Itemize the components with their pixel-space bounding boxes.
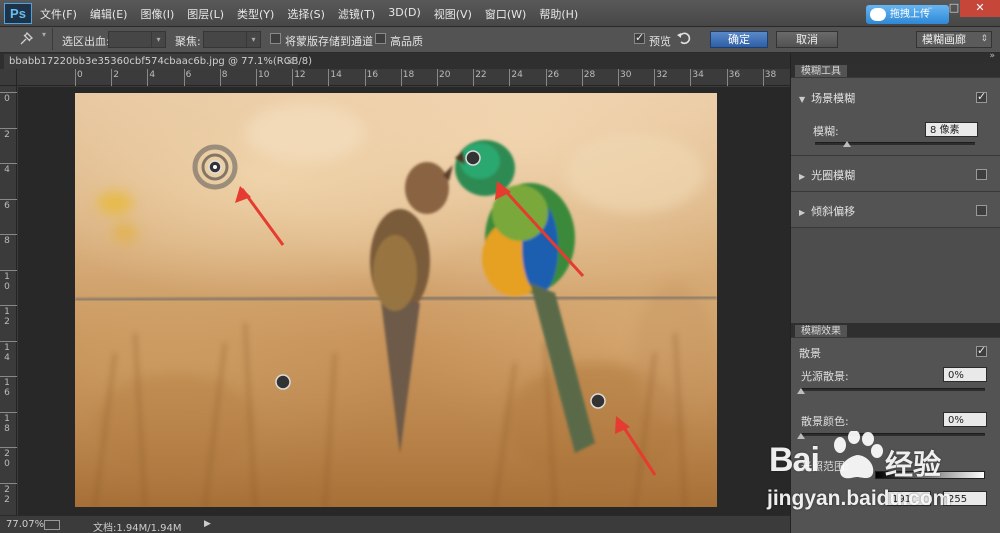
close-tab-icon[interactable]: × [286, 54, 294, 69]
tab-blur-tools[interactable]: 模糊工具 [794, 64, 848, 78]
iris-blur-header[interactable]: ▶ 光圈模糊 [799, 167, 855, 183]
minimize-button[interactable]: – [918, 0, 942, 17]
tilt-shift-checkbox[interactable] [976, 205, 987, 216]
tool-preset-chevron-icon[interactable]: ▾ [42, 30, 46, 39]
zoom-level[interactable]: 77.07% [6, 519, 44, 530]
blur-amount-input[interactable]: 8 像素 [925, 122, 978, 137]
tilt-shift-title: 倾斜偏移 [811, 205, 856, 218]
tilt-shift-header[interactable]: ▶ 倾斜偏移 [799, 203, 855, 219]
pin-icon[interactable] [18, 31, 36, 50]
preview-checkbox[interactable] [634, 31, 645, 44]
divider [52, 28, 53, 50]
document-profile-icon[interactable] [44, 520, 60, 530]
photoshop-logo: Ps [4, 3, 32, 24]
selection-bleed-input[interactable]: ▾ [108, 31, 166, 48]
document-tab[interactable]: bbabb17220bb3e35360cbf574cbaac6b.jpg @ 7… [4, 54, 312, 69]
main-menu: 文件(F) 编辑(E) 图像(I) 图层(L) 类型(Y) 选择(S) 滤镜(T) 3D(D)… [40, 6, 591, 22]
menu-bar: Ps 文件(F) 编辑(E) 图像(I) 图层(L) 类型(Y) 选择(S) 滤镜(T) 3D… [0, 0, 1000, 27]
menu-item-1[interactable]: 编辑(E) [90, 6, 128, 22]
menu-item-4[interactable]: 类型(Y) [237, 6, 274, 22]
chevron-down-icon: ▾ [246, 32, 260, 47]
light-bokeh-input[interactable]: 0% [943, 367, 987, 382]
bokeh-color-input[interactable]: 0% [943, 412, 987, 427]
light-bokeh-label: 光源散景: [801, 370, 849, 383]
blur-gallery-mode-select[interactable]: 模糊画廊 ⇕ [916, 31, 992, 48]
reset-icon[interactable] [676, 30, 692, 49]
ruler-origin[interactable] [0, 69, 17, 86]
watermark-url: jingyan.baidu.com [767, 487, 952, 510]
menu-item-7[interactable]: 3D(D) [388, 6, 421, 22]
blur-effects-tab-row: 模糊效果 [791, 323, 1000, 338]
close-button[interactable]: ✕ [960, 0, 1000, 17]
save-mask-checkbox[interactable] [270, 33, 281, 44]
cloud-icon [870, 8, 886, 21]
iris-blur-checkbox[interactable] [976, 169, 987, 180]
mode-value: 模糊画廊 [922, 33, 966, 46]
light-bokeh-slider[interactable] [801, 388, 985, 391]
high-quality-checkbox[interactable] [375, 33, 386, 44]
horizontal-ruler[interactable]: 0 2 4 6 8 10 12 14 16 18 20 22 24 26 28 30 32 34 36 38 [17, 69, 790, 86]
baidu-jingyan-watermark: Bai 经验 jingyan.baidu.com [757, 427, 967, 517]
panel-empty-area [791, 227, 1000, 323]
vertical-ruler[interactable]: 0 2 4 6 8 10 12 14 16 18 20 22 [0, 86, 17, 515]
blur-amount-slider-knob[interactable] [843, 141, 851, 147]
canvas-area[interactable] [18, 87, 790, 515]
menu-item-2[interactable]: 图像(I) [140, 6, 174, 22]
iris-blur-title: 光圈模糊 [811, 169, 856, 182]
collapse-triangle-icon: ▶ [799, 172, 806, 181]
expand-triangle-icon: ▼ [799, 95, 806, 104]
menu-item-6[interactable]: 滤镜(T) [338, 6, 375, 22]
chevron-updown-icon: ⇕ [980, 34, 988, 44]
focus-label: 聚焦: [175, 35, 201, 48]
menu-item-5[interactable]: 选择(S) [287, 6, 325, 22]
menu-item-8[interactable]: 视图(V) [434, 6, 472, 22]
preview-label: 预览 [649, 35, 671, 48]
blur-ring-overlay [192, 144, 238, 190]
status-menu-arrow-icon[interactable]: ▶ [204, 519, 211, 529]
ok-button[interactable]: 确定 [710, 31, 768, 48]
light-bokeh-slider-knob[interactable] [797, 388, 805, 394]
bokeh-checkbox[interactable] [976, 344, 987, 357]
menu-item-3[interactable]: 图层(L) [187, 6, 224, 22]
tab-blur-effects[interactable]: 模糊效果 [794, 324, 848, 338]
field-blur-header[interactable]: ▼ 场景模糊 [799, 90, 855, 106]
menu-item-9[interactable]: 窗口(W) [485, 6, 526, 22]
options-bar: ▾ 选区出血: ▾ 聚焦: ▾ 将蒙版存储到通道 高品质 预览 确定 取消 模糊… [0, 27, 1000, 53]
field-blur-checkbox[interactable] [976, 90, 987, 103]
panel-dock-strip: » [791, 51, 1000, 63]
focus-input[interactable]: ▾ [203, 31, 261, 48]
tilt-shift-section: ▶ 倾斜偏移 [791, 191, 1000, 227]
document-tabs: bbabb17220bb3e35360cbf574cbaac6b.jpg @ 7… [0, 53, 790, 69]
document-size: 文档:1.94M/1.94M [93, 523, 182, 533]
collapse-panel-icon[interactable]: » [989, 51, 995, 61]
collapse-triangle-icon: ▶ [799, 208, 806, 217]
menu-item-0[interactable]: 文件(F) [40, 6, 77, 22]
baidu-paw-logo [834, 431, 883, 479]
document-title: bbabb17220bb3e35360cbf574cbaac6b.jpg @ 7… [9, 56, 312, 67]
blur-tools-tab-row: 模糊工具 [791, 63, 1000, 78]
blur-amount-slider[interactable] [815, 142, 975, 145]
photo-canvas[interactable] [75, 93, 717, 507]
cancel-button[interactable]: 取消 [776, 31, 838, 48]
baidu-brand-text: Bai [769, 441, 820, 479]
status-bar: 77.07% 文档:1.94M/1.94M ▶ [0, 515, 790, 533]
high-quality-label: 高品质 [390, 35, 423, 48]
field-blur-title: 场景模糊 [811, 92, 856, 105]
save-mask-label: 将蒙版存储到通道 [285, 35, 373, 48]
menu-item-10[interactable]: 帮助(H) [539, 6, 578, 22]
blur-amount-label: 模糊: [813, 125, 839, 138]
chevron-down-icon: ▾ [151, 32, 165, 47]
iris-blur-section: ▶ 光圈模糊 [791, 155, 1000, 191]
selection-bleed-label: 选区出血: [62, 35, 110, 48]
field-blur-section: ▼ 场景模糊 模糊: 8 像素 [791, 77, 1000, 155]
jingyan-text: 经验 [885, 448, 942, 481]
bokeh-title: 散景 [799, 347, 821, 360]
